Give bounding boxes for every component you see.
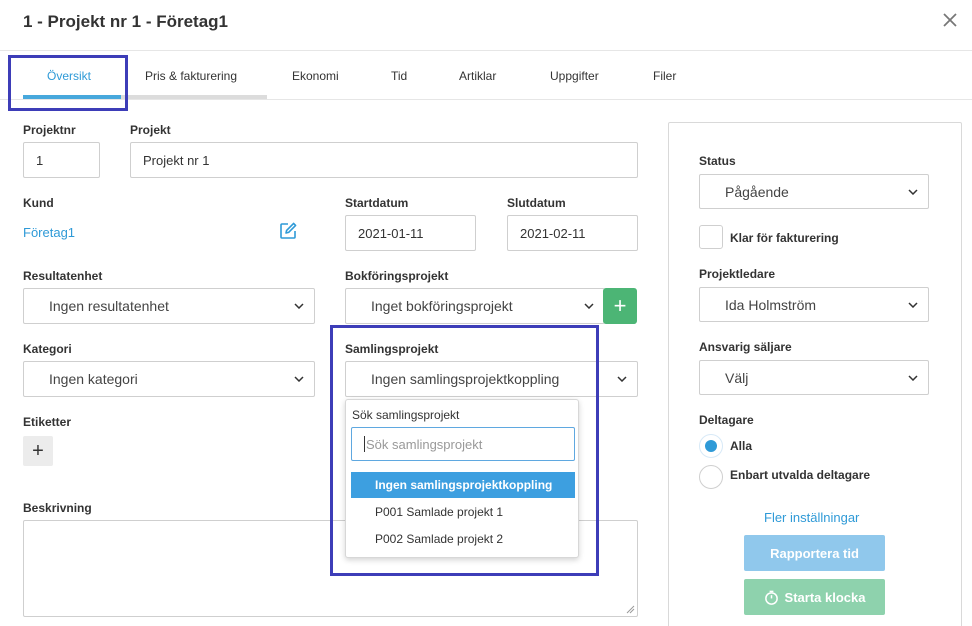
samlingsprojekt-value: Ingen samlingsprojektkoppling	[371, 371, 560, 387]
projekt-label: Projekt	[130, 123, 171, 137]
status-select[interactable]: Pågående	[699, 174, 929, 209]
resultatenhet-value: Ingen resultatenhet	[49, 298, 169, 314]
tab-uppgifter[interactable]: Uppgifter	[550, 69, 599, 83]
bokforingsprojekt-value: Inget bokföringsprojekt	[371, 298, 513, 314]
tab-tid[interactable]: Tid	[391, 69, 407, 83]
chevron-down-icon	[584, 303, 594, 309]
add-bokforingsprojekt-button[interactable]: +	[603, 288, 637, 324]
projektledare-select[interactable]: Ida Holmström	[699, 287, 929, 322]
resultatenhet-select[interactable]: Ingen resultatenhet	[23, 288, 315, 324]
tab-pris-fakturering[interactable]: Pris & fakturering	[145, 69, 237, 83]
bokforingsprojekt-select[interactable]: Inget bokföringsprojekt	[345, 288, 605, 324]
edit-icon[interactable]	[278, 221, 298, 241]
ansvarig-saljare-label: Ansvarig säljare	[699, 340, 792, 354]
kategori-select[interactable]: Ingen kategori	[23, 361, 315, 397]
search-placeholder: Sök samlingsprojekt	[366, 436, 483, 452]
dropdown-option[interactable]: P002 Samlade projekt 2	[351, 526, 575, 552]
ansvarig-saljare-value: Välj	[725, 369, 749, 386]
resultatenhet-label: Resultatenhet	[23, 269, 103, 283]
deltagare-alla-label: Alla	[730, 439, 753, 453]
rapportera-tid-button[interactable]: Rapportera tid	[744, 535, 885, 571]
status-label: Status	[699, 154, 736, 168]
startdatum-label: Startdatum	[345, 196, 409, 210]
beskrivning-label: Beskrivning	[23, 501, 92, 515]
tab-bar: Översikt Pris & fakturering Ekonomi Tid …	[0, 50, 972, 100]
projekt-field[interactable]: Projekt nr 1	[130, 142, 638, 178]
add-etikett-button[interactable]: +	[23, 436, 53, 466]
deltagare-utvalda-label: Enbart utvalda deltagare	[730, 468, 871, 482]
close-icon[interactable]	[940, 10, 960, 30]
projektledare-value: Ida Holmström	[725, 296, 817, 313]
starta-klocka-label: Starta klocka	[784, 589, 866, 605]
chevron-down-icon	[908, 188, 918, 195]
resize-handle-icon[interactable]	[625, 604, 635, 614]
kategori-value: Ingen kategori	[49, 371, 138, 387]
tab-filer[interactable]: Filer	[653, 69, 676, 83]
klar-for-fakturering-label: Klar för fakturering	[730, 231, 839, 245]
dropdown-option[interactable]: Ingen samlingsprojektkoppling	[351, 472, 575, 498]
chevron-down-icon	[617, 376, 627, 382]
kund-link[interactable]: Företag1	[23, 225, 75, 240]
slutdatum-field[interactable]: 2021-02-11	[507, 215, 638, 251]
ansvarig-saljare-select[interactable]: Välj	[699, 360, 929, 395]
chevron-down-icon	[294, 376, 304, 382]
dialog-title: 1 - Projekt nr 1 - Företag1	[23, 12, 228, 31]
deltagare-label: Deltagare	[699, 413, 754, 427]
tab-indicator-track	[121, 95, 267, 99]
startdatum-field[interactable]: 2021-01-11	[345, 215, 476, 251]
chevron-down-icon	[908, 374, 918, 381]
kategori-label: Kategori	[23, 342, 72, 356]
klar-for-fakturering-checkbox[interactable]	[699, 225, 723, 249]
fler-installningar-link[interactable]: Fler inställningar	[764, 510, 859, 525]
dropdown-search-label: Sök samlingsprojekt	[352, 408, 460, 422]
dropdown-option[interactable]: P001 Samlade projekt 1	[351, 499, 575, 525]
samlingsprojekt-select[interactable]: Ingen samlingsprojektkoppling	[345, 361, 638, 397]
starta-klocka-button[interactable]: Starta klocka	[744, 579, 885, 615]
samlingsprojekt-label: Samlingsprojekt	[345, 342, 439, 356]
stopwatch-icon	[764, 590, 778, 605]
tab-ekonomi[interactable]: Ekonomi	[292, 69, 339, 83]
deltagare-alla-radio[interactable]	[699, 434, 723, 458]
slutdatum-label: Slutdatum	[507, 196, 566, 210]
samlingsprojekt-search-input[interactable]: Sök samlingsprojekt	[351, 427, 575, 461]
bokforingsprojekt-label: Bokföringsprojekt	[345, 269, 449, 283]
tab-oversikt[interactable]: Översikt	[47, 69, 91, 83]
text-cursor	[364, 436, 365, 452]
chevron-down-icon	[908, 301, 918, 308]
etiketter-label: Etiketter	[23, 415, 72, 429]
samlingsprojekt-dropdown: Sök samlingsprojekt Sök samlingsprojekt …	[345, 399, 579, 558]
projektledare-label: Projektledare	[699, 267, 776, 281]
status-value: Pågående	[725, 183, 789, 200]
deltagare-utvalda-radio[interactable]	[699, 465, 723, 489]
projektnr-label: Projektnr	[23, 123, 76, 137]
chevron-down-icon	[294, 303, 304, 309]
active-tab-indicator	[23, 95, 121, 99]
projektnr-field[interactable]: 1	[23, 142, 100, 178]
kund-label: Kund	[23, 196, 54, 210]
tab-artiklar[interactable]: Artiklar	[459, 69, 496, 83]
